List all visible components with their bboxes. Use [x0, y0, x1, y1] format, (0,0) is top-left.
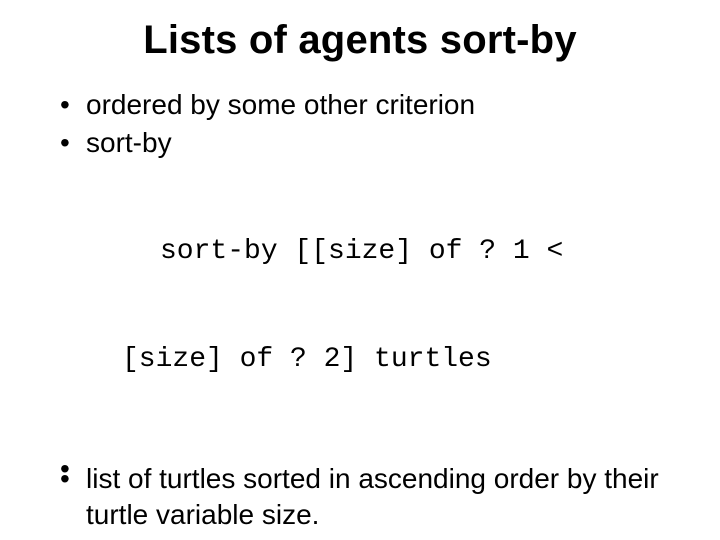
bullet-text-1: ordered by some other criterion [86, 89, 475, 120]
bullet-list: ordered by some other criterion sort-by … [40, 87, 680, 533]
code-line-1: sort-by [[size] of ? 1 < [104, 234, 680, 270]
bullet-item-3: list of turtles sorted in ascending orde… [60, 461, 680, 533]
bullet-item-1: ordered by some other criterion [60, 87, 680, 123]
bullet-item-2: sort-by sort-by [[size] of ? 1 < [size] … [60, 125, 680, 449]
bullet-text-3: list of turtles sorted in ascending orde… [86, 463, 659, 530]
slide: Lists of agents sort-by ordered by some … [0, 0, 720, 540]
code-block: sort-by [[size] of ? 1 < [size] of ? 2] … [86, 163, 680, 450]
spacer [60, 451, 680, 461]
slide-title: Lists of agents sort-by [40, 18, 680, 63]
code-line-2: [size] of ? 2] turtles [104, 342, 680, 378]
bullet-text-2: sort-by [86, 127, 172, 158]
